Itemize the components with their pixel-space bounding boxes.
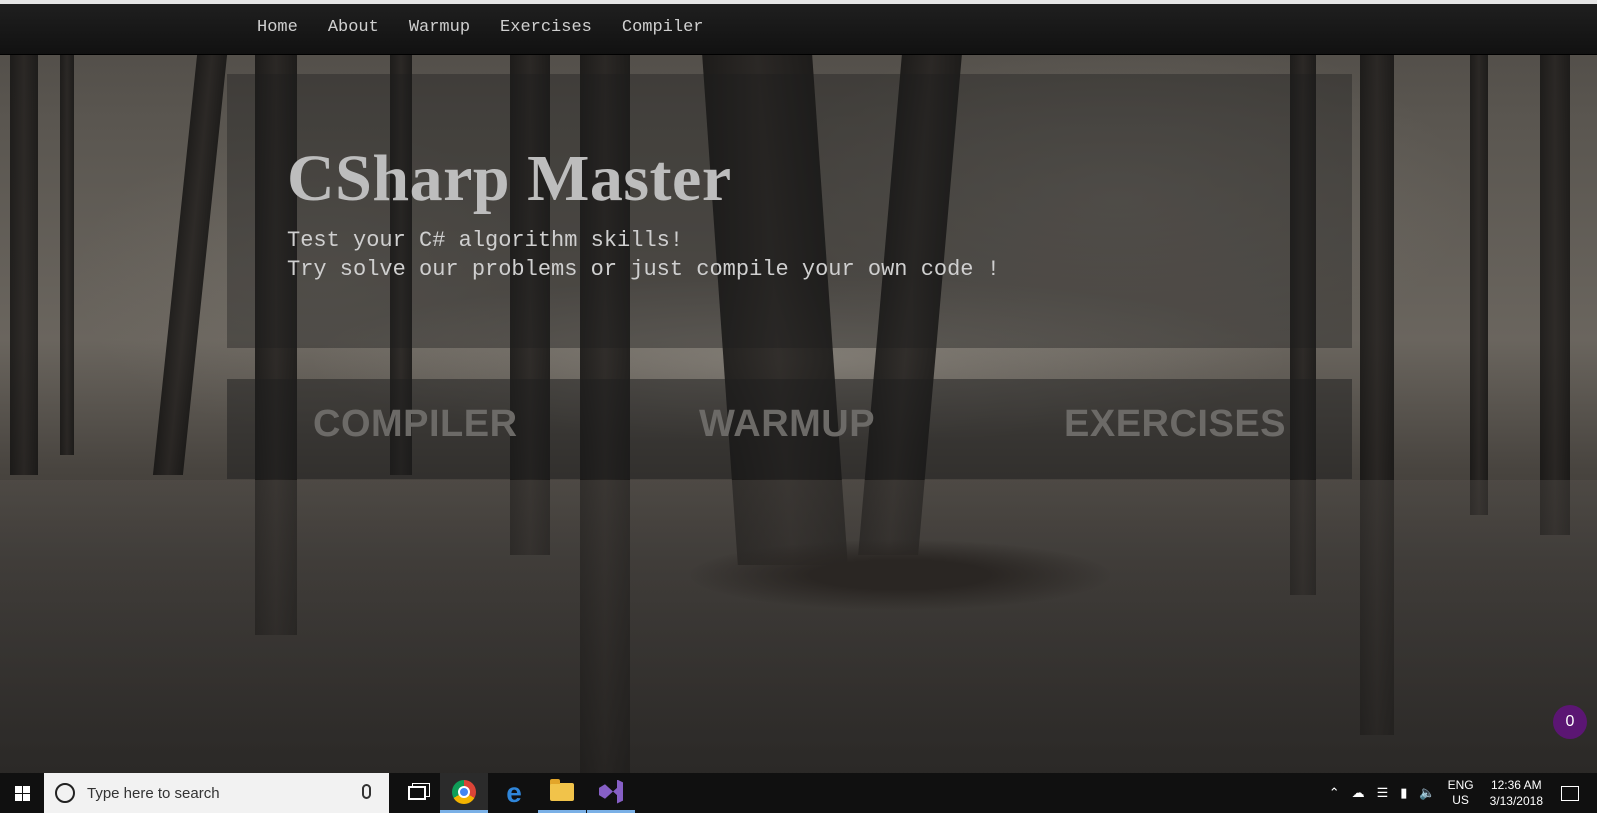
- hero-panel: CSharp Master Test your C# algorithm ski…: [227, 74, 1352, 348]
- chevron-up-icon[interactable]: ⌃: [1329, 785, 1340, 801]
- nav-compiler[interactable]: Compiler: [622, 18, 704, 37]
- taskbar-visual-studio[interactable]: [587, 773, 635, 813]
- windows-taskbar: e ⌃ ☁ ☰ ▮ 🔈 ENG US 12:36 AM 3/13/2018: [0, 773, 1597, 813]
- top-navbar: Home About Warmup Exercises Compiler: [0, 0, 1597, 55]
- edge-icon: e: [506, 777, 522, 808]
- system-tray: ⌃ ☁ ☰ ▮ 🔈 ENG US 12:36 AM 3/13/2018: [1323, 773, 1597, 813]
- volume-icon[interactable]: 🔈: [1419, 785, 1435, 801]
- taskbar-file-explorer[interactable]: [538, 773, 586, 813]
- notification-icon[interactable]: [1561, 785, 1579, 801]
- search-input[interactable]: [85, 783, 355, 803]
- task-view-icon: [408, 786, 426, 800]
- compiler-button[interactable]: COMPILER: [313, 403, 518, 446]
- nav-warmup[interactable]: Warmup: [409, 18, 470, 37]
- start-button[interactable]: [0, 773, 44, 813]
- hero-content: CSharp Master Test your C# algorithm ski…: [287, 146, 1000, 284]
- nav-exercises[interactable]: Exercises: [500, 18, 592, 37]
- nav-home[interactable]: Home: [257, 18, 298, 37]
- nav-about[interactable]: About: [328, 18, 379, 37]
- taskbar-search[interactable]: [44, 773, 389, 813]
- hero-subtitle-line-1: Test your C# algorithm skills!: [287, 228, 684, 253]
- clock-time: 12:36 AM: [1490, 778, 1542, 792]
- tree-trunk: [10, 55, 38, 475]
- hero-subtitle-line-2: Try solve our problems or just compile y…: [287, 257, 1000, 282]
- clock[interactable]: 12:36 AM 3/13/2018: [1490, 777, 1543, 809]
- page-title: CSharp Master: [287, 142, 732, 215]
- counter-badge[interactable]: 0: [1553, 705, 1587, 739]
- action-bar: COMPILER WARMUP EXERCISES: [227, 379, 1352, 479]
- folder-icon: [550, 778, 574, 801]
- exercises-button[interactable]: EXERCISES: [1064, 403, 1286, 446]
- swamp-water: [0, 480, 1597, 773]
- warmup-button[interactable]: WARMUP: [699, 403, 875, 446]
- tree-trunk: [60, 55, 74, 455]
- microphone-icon[interactable]: [362, 784, 371, 799]
- taskbar-chrome[interactable]: [440, 773, 488, 813]
- lang-code: ENG: [1447, 778, 1474, 792]
- main-nav: Home About Warmup Exercises Compiler: [257, 18, 734, 37]
- search-icon: [55, 783, 75, 803]
- tree-mound: [690, 540, 1110, 610]
- windows-logo-icon: [14, 785, 30, 801]
- tree-trunk: [1470, 55, 1488, 515]
- wifi-icon[interactable]: ☰: [1377, 785, 1389, 801]
- task-view-button[interactable]: [394, 773, 440, 813]
- input-language[interactable]: ENG US: [1448, 778, 1474, 808]
- tree-trunk: [1540, 55, 1570, 535]
- chrome-icon: [452, 779, 476, 804]
- clock-date: 3/13/2018: [1489, 794, 1543, 808]
- visual-studio-icon: [599, 779, 623, 804]
- lang-region: US: [1452, 793, 1469, 807]
- battery-icon[interactable]: ▮: [1400, 785, 1407, 801]
- tree-trunk: [152, 55, 228, 475]
- cloud-icon[interactable]: ☁: [1352, 785, 1365, 801]
- taskbar-edge[interactable]: e: [490, 773, 538, 813]
